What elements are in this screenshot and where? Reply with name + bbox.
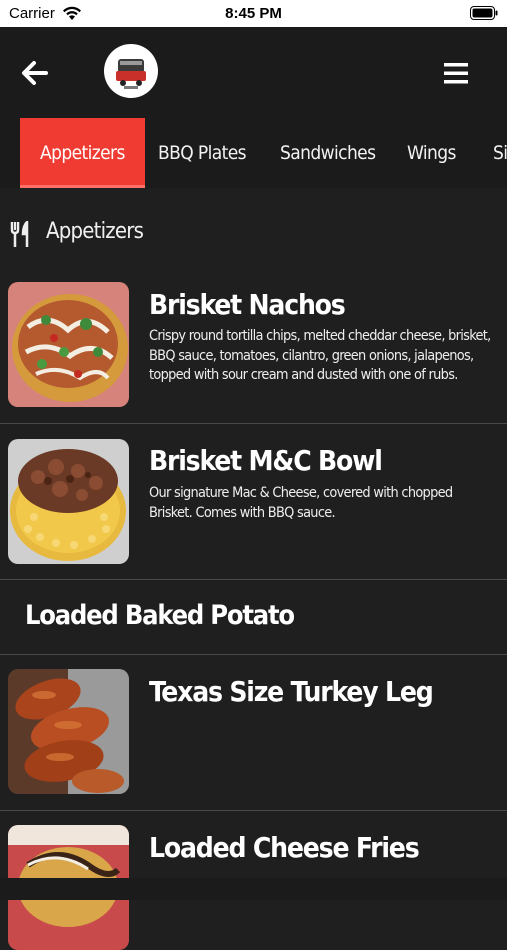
- item-photo: [8, 282, 129, 407]
- status-bar: Carrier 8:45 PM: [0, 0, 507, 27]
- battery-icon: [470, 6, 498, 20]
- app-header: [0, 27, 507, 118]
- item-name: Loaded Cheese Fries: [149, 831, 420, 864]
- tab-bbq-plates[interactable]: BBQ Plates: [158, 118, 247, 188]
- hamburger-menu-icon[interactable]: [440, 59, 472, 87]
- item-name: Texas Size Turkey Leg: [149, 675, 434, 708]
- menu-item[interactable]: Brisket Nachos Crispy round tortilla chi…: [0, 280, 507, 424]
- fork-knife-icon: [10, 221, 29, 247]
- category-label: Loaded Baked Potato: [25, 600, 295, 631]
- menu-item[interactable]: Texas Size Turkey Leg: [0, 655, 507, 811]
- item-name: Brisket Nachos: [149, 288, 346, 321]
- tab-appetizers[interactable]: Appetizers: [20, 118, 145, 188]
- category-tabs: Appetizers BBQ Plates Sandwiches Wings S…: [0, 118, 507, 188]
- back-arrow-icon[interactable]: [18, 57, 52, 89]
- item-photo: [8, 439, 129, 564]
- item-name: Brisket M&C Bowl: [149, 444, 383, 477]
- tab-sandwiches[interactable]: Sandwiches: [280, 118, 376, 188]
- item-description: Our signature Mac & Cheese, covered with…: [149, 485, 453, 521]
- category-row-loaded-baked-potato[interactable]: Loaded Baked Potato: [0, 580, 507, 655]
- tab-sides[interactable]: Si: [493, 118, 507, 188]
- section-title: Appetizers: [46, 219, 144, 244]
- restaurant-logo[interactable]: [104, 44, 158, 98]
- menu-item[interactable]: Brisket M&C Bowl Our signature Mac & Che…: [0, 424, 507, 580]
- tab-wings[interactable]: Wings: [407, 118, 456, 188]
- bottom-bar: [0, 878, 507, 900]
- item-photo: [8, 669, 129, 794]
- section-header: Appetizers: [0, 188, 507, 280]
- item-description: Crispy round tortilla chips, melted ched…: [149, 328, 491, 383]
- clock: 8:45 PM: [225, 5, 282, 22]
